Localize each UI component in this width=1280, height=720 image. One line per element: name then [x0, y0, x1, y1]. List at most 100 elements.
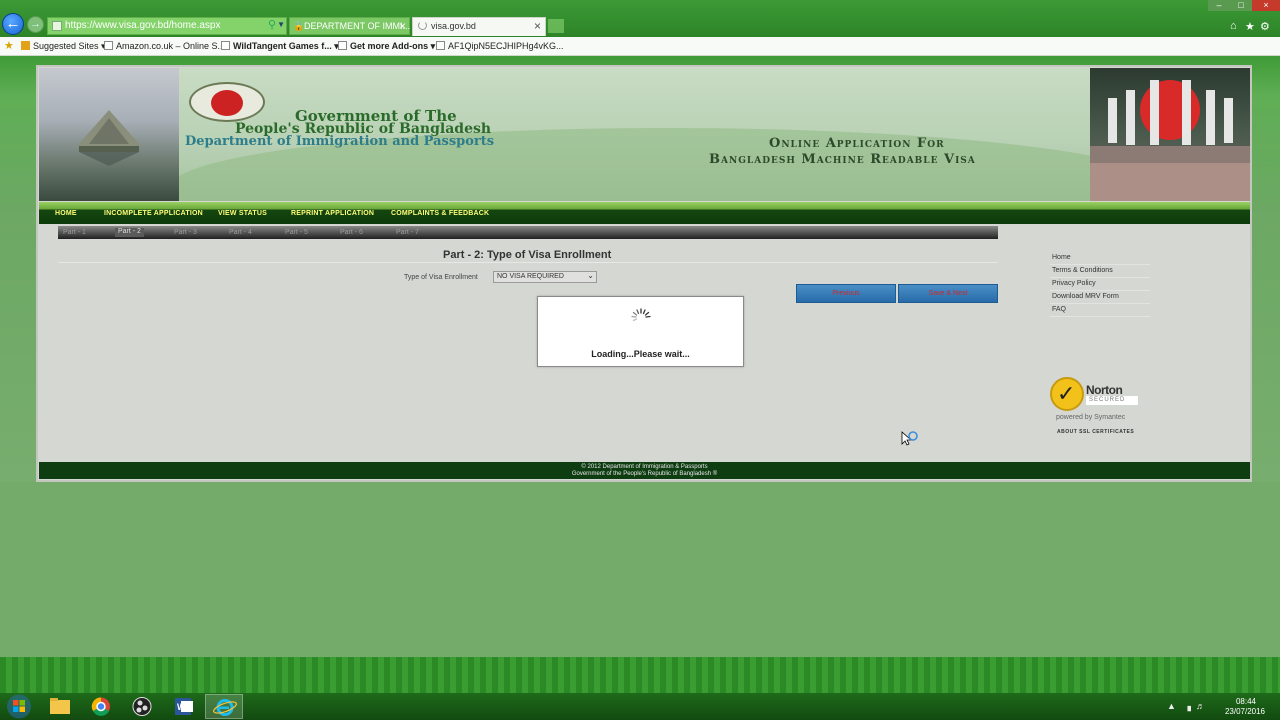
favorites-star-icon[interactable]: ★ — [1245, 20, 1255, 33]
address-bar[interactable]: https://www.visa.gov.bd/home.aspx ⚲ ▼ — [47, 17, 287, 35]
home-icon[interactable]: ⌂ — [1230, 20, 1237, 32]
forward-button[interactable]: → — [27, 16, 44, 33]
banner-mrv-title: Bangladesh Machine Readable Visa — [709, 152, 976, 167]
nav-reprint-application[interactable]: REPRINT APPLICATION — [291, 210, 374, 217]
visa-type-select[interactable]: NO VISA REQUIRED ⌄ — [493, 271, 597, 283]
side-link-download-mrv-form[interactable]: Download MRV Form — [1052, 293, 1119, 300]
chevron-down-icon: ⌄ — [587, 271, 594, 280]
loading-icon — [418, 21, 427, 30]
loading-dialog: Loading...Please wait... — [537, 296, 744, 367]
address-url[interactable]: https://www.visa.gov.bd/home.aspx — [65, 20, 220, 31]
favorites-bar: ★ Suggested Sites ▾ Amazon.co.uk – Onlin… — [0, 37, 1280, 56]
previous-button[interactable]: Previous — [796, 284, 896, 303]
tab-visa-gov-bd[interactable]: visa.gov.bd × — [412, 17, 546, 36]
taskbar: W ▲ ▗ ♬ 08:44 23/07/2016 — [0, 693, 1280, 720]
page-container: Government of The People's Republic of B… — [36, 65, 1252, 482]
chrome-icon — [91, 697, 110, 716]
nav-view-status[interactable]: VIEW STATUS — [218, 210, 267, 217]
banner-online-application: Online Application For — [769, 136, 945, 151]
volume-icon[interactable]: ♬ — [1196, 701, 1205, 711]
loading-text: Loading...Please wait... — [591, 349, 690, 359]
tab-department-of-immigration[interactable]: 🔒 DEPARTMENT OF IMMI... × — [289, 17, 410, 35]
minimize-button[interactable]: – — [1208, 0, 1230, 11]
windows-start-icon[interactable] — [5, 693, 33, 720]
divider — [1050, 316, 1150, 317]
about-ssl-link[interactable]: ABOUT SSL CERTIFICATES — [1057, 429, 1134, 435]
step-part-2[interactable]: Part - 2 — [115, 228, 144, 237]
parliament-photo — [39, 68, 179, 201]
back-button[interactable]: ← — [2, 13, 24, 35]
chevron-down-icon[interactable]: ▼ — [277, 20, 285, 29]
banner-department-line: Department of Immigration and Passports — [185, 134, 495, 149]
taskbar-obs[interactable] — [123, 694, 161, 719]
side-link-terms[interactable]: Terms & Conditions — [1052, 267, 1113, 274]
step-part-6[interactable]: Part - 6 — [340, 229, 363, 236]
taskbar-internet-explorer[interactable] — [205, 694, 243, 719]
fav-wildtangent[interactable]: WildTangent Games f... ▾ — [233, 41, 339, 52]
fav-get-more-addons[interactable]: Get more Add-ons ▾ — [350, 41, 435, 52]
svg-text:W: W — [177, 702, 186, 712]
clock-date[interactable]: 23/07/2016 — [1225, 707, 1265, 716]
fav-af1qip[interactable]: AF1QipN5ECJHIPHg4vKG... — [448, 41, 564, 51]
fav-amazon[interactable]: Amazon.co.uk – Online S... — [116, 41, 225, 51]
nav-incomplete-application[interactable]: INCOMPLETE APPLICATION — [104, 210, 203, 217]
step-part-4[interactable]: Part - 4 — [229, 229, 252, 236]
norton-secured-seal[interactable]: ✓ Norton SECURED powered by Symantec ABO… — [1050, 375, 1144, 435]
tab-label: DEPARTMENT OF IMMI... — [304, 21, 411, 31]
norton-name: Norton — [1086, 383, 1123, 397]
browser-toolbar: ← → https://www.visa.gov.bd/home.aspx ⚲ … — [0, 0, 1280, 37]
checkmark-icon: ✓ — [1050, 377, 1084, 411]
nav-complaints-feedback[interactable]: COMPLAINTS & FEEDBACK — [391, 210, 489, 217]
taskbar-word[interactable]: W — [164, 694, 202, 719]
window-controls: – □ × — [1208, 0, 1280, 12]
previous-button-label: Previous — [832, 290, 860, 297]
side-link-home[interactable]: Home — [1052, 254, 1071, 261]
save-next-button[interactable]: Save & Next — [898, 284, 998, 303]
taskbar-chrome[interactable] — [82, 694, 120, 719]
step-part-1[interactable]: Part - 1 — [63, 229, 86, 236]
norton-powered-by: powered by Symantec — [1056, 414, 1126, 421]
main-navigation: HOME INCOMPLETE APPLICATION VIEW STATUS … — [39, 202, 1250, 224]
page-footer: © 2012 Department of Immigration & Passp… — [39, 462, 1250, 479]
page-background-lower — [0, 482, 1280, 657]
clock-time[interactable]: 08:44 — [1236, 697, 1256, 706]
step-part-3[interactable]: Part - 3 — [174, 229, 197, 236]
visa-type-selected-value: NO VISA REQUIRED — [497, 273, 564, 280]
parliament-building-icon — [77, 110, 141, 166]
search-icon[interactable]: ⚲ — [268, 18, 276, 31]
government-seal-icon — [189, 82, 265, 122]
close-icon[interactable]: × — [399, 19, 406, 33]
divider — [1050, 290, 1150, 291]
lock-icon: 🔒 — [293, 21, 305, 31]
divider — [58, 262, 998, 263]
side-link-privacy[interactable]: Privacy Policy — [1052, 280, 1096, 287]
network-icon[interactable]: ▗ — [1184, 701, 1191, 712]
taskbar-file-explorer[interactable] — [41, 694, 79, 719]
seal-center — [211, 90, 243, 116]
nav-home[interactable]: HOME — [55, 210, 77, 217]
obs-icon — [132, 697, 152, 716]
tick-glyph: ✓ — [1057, 381, 1076, 406]
new-tab-button[interactable] — [548, 19, 564, 33]
divider — [1050, 277, 1150, 278]
show-hidden-icons[interactable]: ▲ — [1167, 701, 1176, 711]
step-part-7[interactable]: Part - 7 — [396, 229, 419, 236]
divider — [1050, 264, 1150, 265]
close-icon[interactable]: × — [534, 19, 541, 33]
footer-government: Government of the People's Republic of B… — [571, 471, 718, 477]
page-icon — [338, 41, 347, 50]
save-next-button-label: Save & Next — [928, 290, 968, 297]
side-link-faq[interactable]: FAQ — [1052, 306, 1066, 313]
norton-secured-label: SECURED — [1086, 396, 1138, 405]
step-part-5[interactable]: Part - 5 — [285, 229, 308, 236]
system-tray: ▲ ▗ ♬ 08:44 23/07/2016 — [1160, 693, 1280, 720]
internet-explorer-icon — [213, 699, 237, 716]
fav-suggested-sites[interactable]: Suggested Sites ▾ — [33, 41, 106, 52]
window-close-button[interactable]: × — [1252, 0, 1280, 11]
favorites-star-icon[interactable]: ★ — [4, 39, 14, 52]
gear-icon[interactable]: ⚙ — [1260, 20, 1270, 33]
maximize-button[interactable]: □ — [1230, 0, 1252, 11]
tab-label: visa.gov.bd — [431, 21, 476, 31]
page-icon — [436, 41, 445, 50]
shaheed-minar-photo — [1090, 68, 1250, 201]
